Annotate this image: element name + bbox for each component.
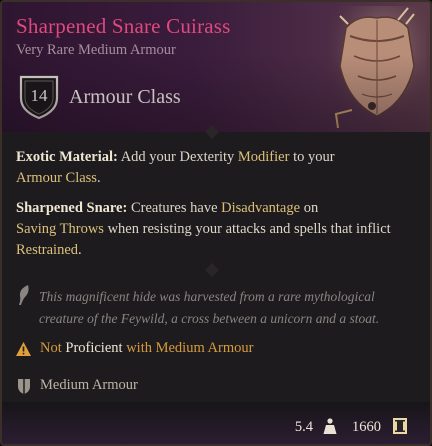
gold-coin-icon <box>393 418 407 434</box>
property-title: Exotic Material: <box>16 149 118 165</box>
tooltip-header: Sharpened Snare Cuirass Very Rare Medium… <box>2 2 430 132</box>
item-tooltip: Sharpened Snare Cuirass Very Rare Medium… <box>0 0 432 446</box>
property-text: . <box>96 170 101 186</box>
gold-value: 1660 <box>352 419 381 435</box>
property-text: on <box>300 200 319 216</box>
armour-class-value: 14 <box>30 86 48 105</box>
keyword-restrained[interactable]: Restrained <box>16 242 78 258</box>
keyword-modifier[interactable]: Modifier <box>238 149 290 165</box>
warning-text: Not <box>40 340 66 356</box>
weight-value: 5.4 <box>294 419 313 435</box>
item-name: Sharpened Snare Cuirass <box>16 14 231 38</box>
cuirass-portrait <box>328 6 426 128</box>
item-rarity-type: Very Rare Medium Armour <box>16 42 176 58</box>
property-text: when resisting your attacks and spells t… <box>103 221 391 237</box>
property-text: . <box>78 242 82 258</box>
property-sharpened-snare: Sharpened Snare: Creatures have Disadvan… <box>16 198 416 261</box>
warning-text: with Medium Armour <box>122 340 254 356</box>
lore-divider-notch <box>204 262 220 278</box>
property-title: Sharpened Snare: <box>16 200 128 216</box>
property-exotic-material: Exotic Material: Add your Dexterity Modi… <box>16 147 416 189</box>
medium-armour-icon <box>18 379 30 394</box>
keyword-armour-class[interactable]: Armour Class <box>16 170 97 186</box>
armour-type: Medium Armour <box>40 377 138 393</box>
keyword-saving-throws[interactable]: Saving Throws <box>16 221 104 237</box>
feather-icon <box>19 285 29 305</box>
proficiency-warning: Not Proficient with Medium Armour <box>40 340 253 357</box>
warning-icon <box>16 342 31 356</box>
armour-class-label: Armour Class <box>69 86 181 108</box>
keyword-proficient[interactable]: Proficient <box>65 340 122 356</box>
property-text: to your <box>289 149 335 165</box>
weight-icon <box>323 418 337 434</box>
property-text: Creatures have <box>127 200 222 216</box>
keyword-disadvantage[interactable]: Disadvantage <box>221 200 300 216</box>
lore-text: This magnificent hide was harvested from… <box>39 289 380 326</box>
property-text: Add your Dexterity <box>117 149 238 165</box>
